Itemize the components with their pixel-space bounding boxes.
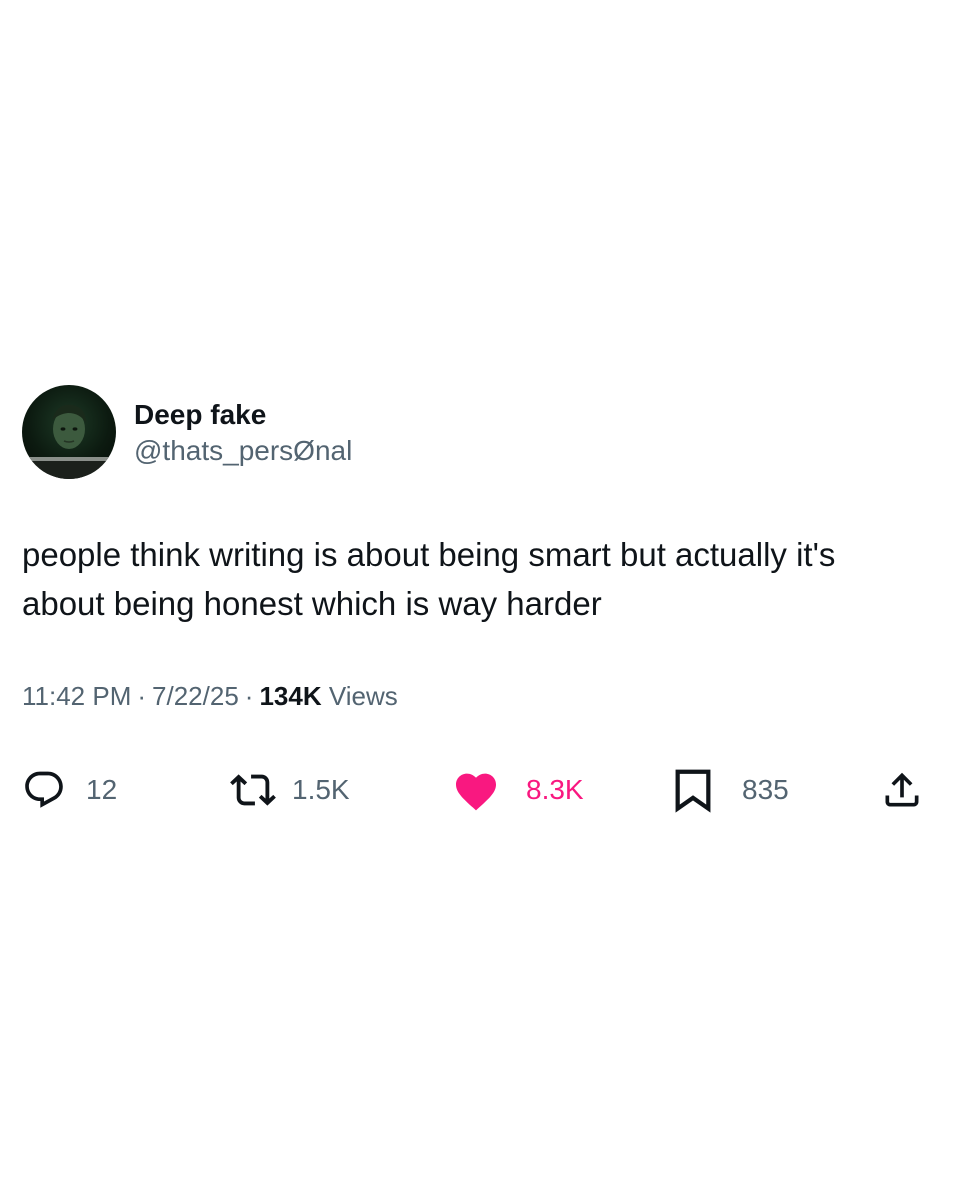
retweet-icon <box>230 767 276 813</box>
separator: · <box>244 681 254 711</box>
bookmark-icon <box>672 767 714 813</box>
reply-count: 12 <box>86 774 118 805</box>
tweet-meta: 11:42 PM · 7/22/25 · 134K Views <box>22 680 938 712</box>
heart-icon <box>452 768 500 812</box>
bookmark-count: 835 <box>742 774 789 805</box>
views-label: Views <box>328 681 398 711</box>
tweet-header: Deep fake @thats_persØnal <box>22 384 938 480</box>
tweet-card: Deep fake @thats_persØnal people think w… <box>22 384 938 813</box>
separator: · <box>137 681 147 711</box>
tweet-date[interactable]: 7/22/25 <box>152 681 239 711</box>
action-bar: 12 1.5K 8.3K 835 <box>22 766 938 814</box>
bookmark-button[interactable]: 835 <box>672 766 789 814</box>
like-button[interactable]: 8.3K <box>452 766 584 814</box>
share-button[interactable] <box>880 766 924 814</box>
retweet-button[interactable]: 1.5K <box>230 766 350 814</box>
like-count: 8.3K <box>526 774 584 805</box>
reply-button[interactable]: 12 <box>22 766 117 814</box>
retweet-count: 1.5K <box>292 774 350 805</box>
share-icon <box>880 767 924 813</box>
display-name[interactable]: Deep fake <box>134 398 352 432</box>
views-count: 134K <box>259 681 322 711</box>
reply-icon <box>22 768 66 812</box>
tweet-text: people think writing is about being smar… <box>22 536 836 622</box>
user-handle[interactable]: @thats_persØnal <box>134 434 352 468</box>
avatar-image <box>22 404 116 479</box>
avatar[interactable] <box>22 385 116 479</box>
tweet-time[interactable]: 11:42 PM <box>22 681 131 711</box>
user-names: Deep fake @thats_persØnal <box>134 398 352 468</box>
